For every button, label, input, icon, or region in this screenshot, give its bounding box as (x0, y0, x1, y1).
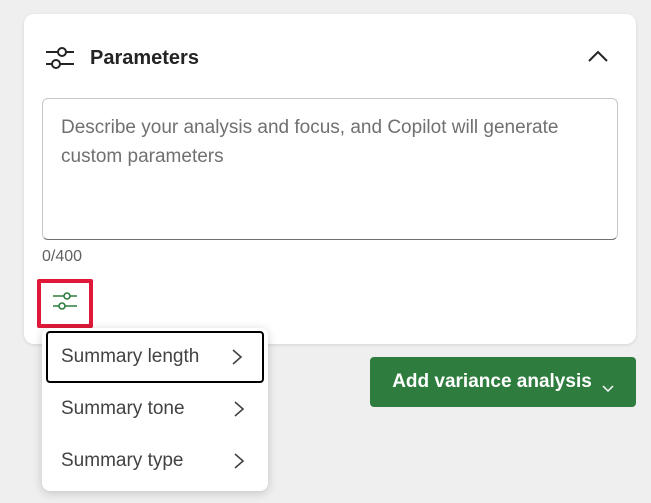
chevron-down-icon (602, 377, 614, 393)
menu-item-summary-type[interactable]: Summary type (46, 435, 264, 487)
parameters-settings-button[interactable] (37, 279, 93, 328)
char-counter: 0/400 (42, 248, 83, 265)
menu-item-label: Summary length (61, 346, 200, 367)
add-variance-analysis-button[interactable]: Add variance analysis (370, 357, 636, 407)
prompt-input-container (42, 98, 618, 240)
chevron-right-icon (232, 452, 246, 470)
menu-item-summary-tone[interactable]: Summary tone (46, 383, 264, 435)
prompt-input[interactable] (43, 99, 617, 239)
parameters-panel: Parameters 0/400 (24, 14, 636, 344)
menu-item-summary-length[interactable]: Summary length (46, 331, 264, 383)
panel-header: Parameters (44, 44, 199, 72)
sliders-icon (44, 44, 76, 72)
chevron-up-icon (587, 49, 609, 68)
stage: Parameters 0/400 Add (0, 0, 651, 503)
chevron-right-icon (230, 348, 244, 366)
panel-title: Parameters (90, 47, 199, 69)
chevron-right-icon (232, 400, 246, 418)
menu-item-label: Summary tone (61, 398, 185, 419)
add-variance-label: Add variance analysis (392, 371, 592, 392)
sliders-icon (52, 289, 78, 318)
collapse-button[interactable] (584, 44, 612, 72)
menu-item-label: Summary type (61, 450, 184, 471)
parameters-menu: Summary length Summary tone Summary type (42, 328, 268, 491)
